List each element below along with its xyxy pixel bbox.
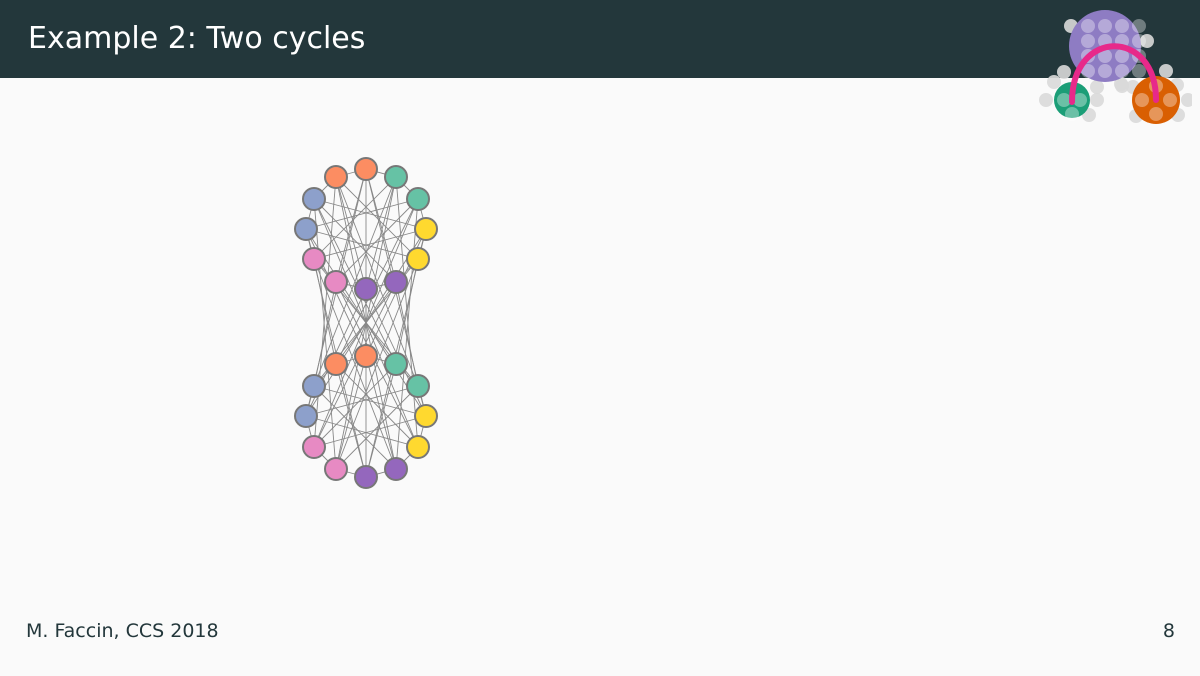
graph-node <box>406 247 430 271</box>
graph-node <box>324 165 348 189</box>
graph-node <box>324 457 348 481</box>
graph-node <box>354 344 378 368</box>
footer-author: M. Faccin, CCS 2018 <box>26 620 219 642</box>
graph-node <box>302 187 326 211</box>
graph-node <box>384 457 408 481</box>
graph-node <box>294 217 318 241</box>
graph-node <box>354 465 378 489</box>
page-number: 8 <box>1162 620 1175 642</box>
graph-node <box>302 247 326 271</box>
graph-node <box>384 352 408 376</box>
graph-node <box>406 374 430 398</box>
graph-node <box>384 270 408 294</box>
graph-node <box>414 217 438 241</box>
graph-node <box>294 404 318 428</box>
graph-node <box>302 374 326 398</box>
graph-node <box>406 435 430 459</box>
slide: Example 2: Two cycles M. Faccin, CCS 201… <box>0 0 1200 676</box>
graph-node <box>324 352 348 376</box>
graph-node <box>354 277 378 301</box>
graph-node <box>324 270 348 294</box>
graph-node <box>354 157 378 181</box>
graph-edges <box>305 168 427 478</box>
two-cycles-graph <box>294 157 438 489</box>
graph-node <box>302 435 326 459</box>
graph-edge <box>313 198 337 470</box>
graph-node <box>414 404 438 428</box>
graph-node <box>406 187 430 211</box>
graph-node <box>384 165 408 189</box>
